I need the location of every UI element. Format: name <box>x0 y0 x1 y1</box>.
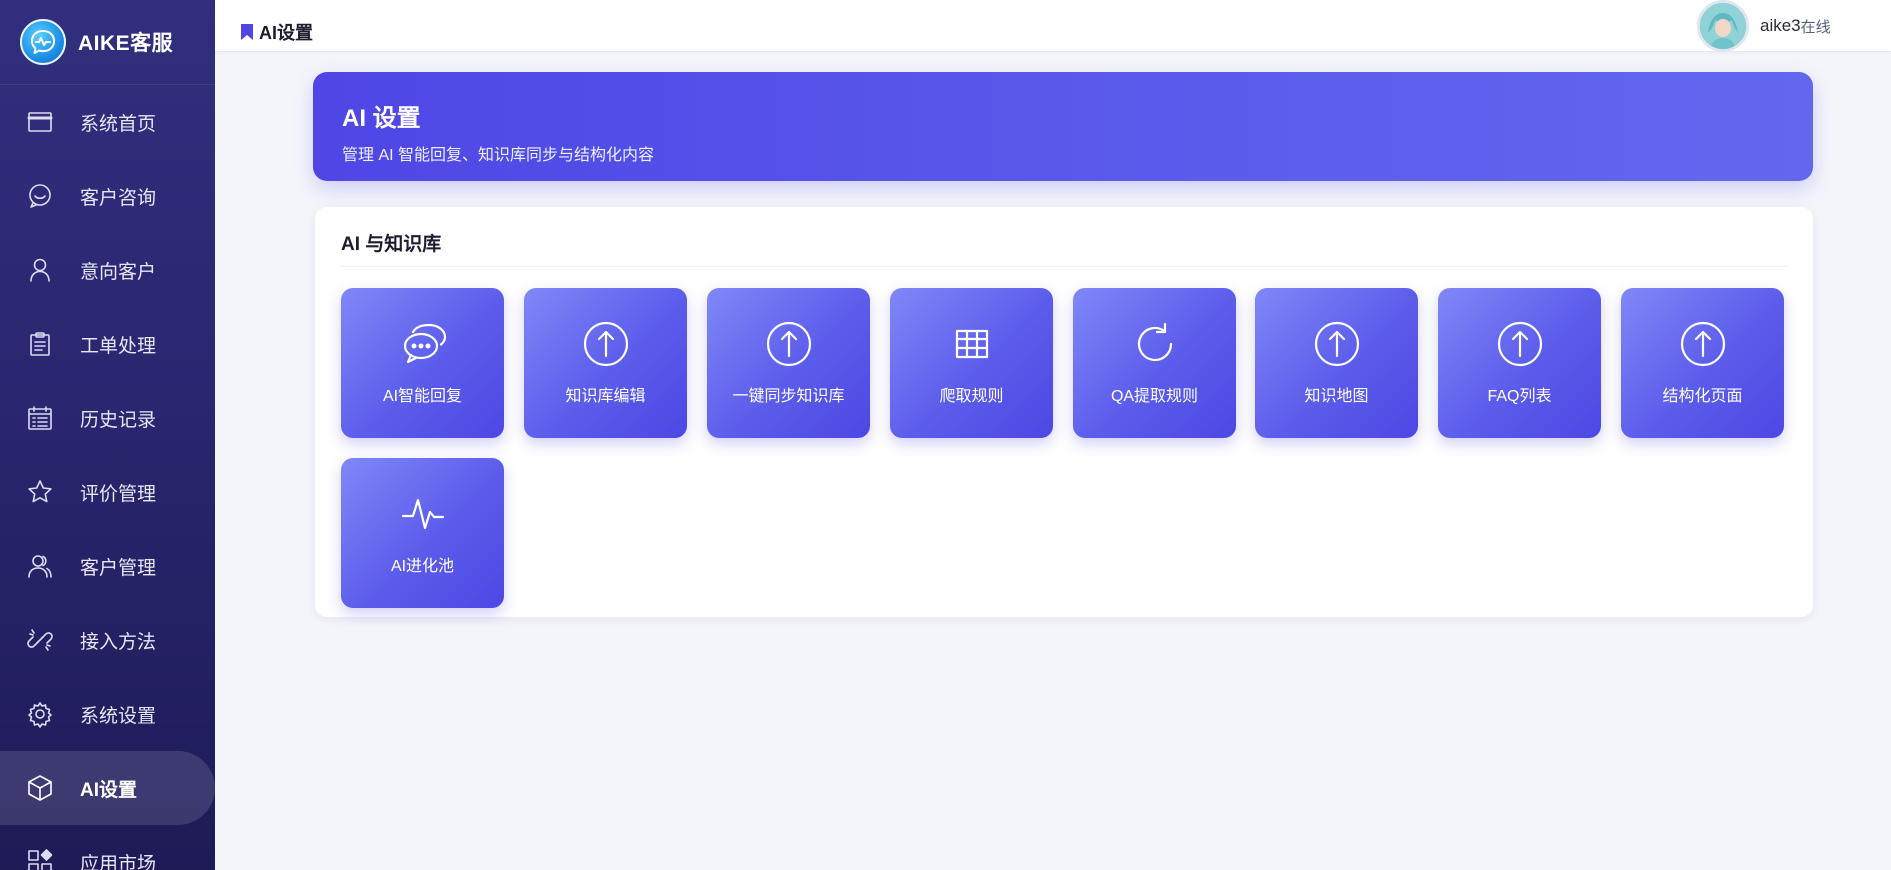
tile-faq-list[interactable]: FAQ列表 <box>1438 288 1601 438</box>
sidebar-item-settings[interactable]: 系统设置 <box>0 677 215 751</box>
sidebar-item-leads[interactable]: 意向客户 <box>0 233 215 307</box>
sidebar-nav: 系统首页 客户咨询 意向客户 工单处理 历史记录 评价管理 客户管理 接入方法 … <box>0 85 215 870</box>
sidebar: AIKE客服 系统首页 客户咨询 意向客户 工单处理 历史记录 评价管理 客户管… <box>0 0 215 870</box>
chat-bubbles-icon <box>399 320 447 368</box>
apps-grid-icon <box>26 848 54 870</box>
tile-label: AI进化池 <box>390 558 455 575</box>
tile-label: 爬取规则 <box>939 388 1004 405</box>
chat-smile-icon <box>26 182 54 210</box>
sidebar-item-label: 应用市场 <box>80 853 157 870</box>
tile-ai-smart-reply[interactable]: AI智能回复 <box>341 288 504 438</box>
home-window-icon <box>26 108 54 136</box>
tile-label: AI智能回复 <box>382 388 463 405</box>
sidebar-item-app-market[interactable]: 应用市场 <box>0 825 215 870</box>
tile-qa-extract-rules[interactable]: QA提取规则 <box>1073 288 1236 438</box>
users-icon <box>26 552 54 580</box>
sidebar-item-consult[interactable]: 客户咨询 <box>0 159 215 233</box>
pulse-icon <box>399 490 447 538</box>
user-status: 在线 <box>1800 18 1831 36</box>
refresh-icon <box>1131 320 1179 368</box>
brand-name: AIKE客服 <box>78 32 174 55</box>
sidebar-item-label: 意向客户 <box>80 261 157 283</box>
top-header: AI设置 aike3 在线 <box>215 0 1891 52</box>
tile-label: FAQ列表 <box>1487 388 1552 405</box>
brand[interactable]: AIKE客服 <box>0 0 215 85</box>
breadcrumb: AI设置 <box>241 19 313 45</box>
sidebar-item-history[interactable]: 历史记录 <box>0 381 215 455</box>
card-title: AI 与知识库 <box>341 234 442 255</box>
table-grid-icon <box>948 320 996 368</box>
tile-structured-page[interactable]: 结构化页面 <box>1621 288 1784 438</box>
sidebar-item-label: 系统首页 <box>80 113 157 135</box>
gear-icon <box>26 700 54 728</box>
upload-circle-icon <box>1313 320 1361 368</box>
sidebar-item-customers[interactable]: 客户管理 <box>0 529 215 603</box>
sidebar-item-label: 系统设置 <box>80 705 157 727</box>
sidebar-item-tickets[interactable]: 工单处理 <box>0 307 215 381</box>
ai-knowledge-card: AI 与知识库 AI智能回复 知识库编辑 一键同步知识库 爬取规则 QA提取规则 <box>315 207 1813 617</box>
user-menu[interactable]: aike3 在线 <box>1697 0 1831 52</box>
avatar[interactable] <box>1697 0 1749 52</box>
upload-circle-icon <box>582 320 630 368</box>
star-icon <box>26 478 54 506</box>
user-icon <box>26 256 54 284</box>
brand-logo-icon <box>20 19 66 65</box>
calendar-list-icon <box>26 404 54 432</box>
bookmark-icon <box>241 24 253 40</box>
sidebar-item-label: 客户咨询 <box>80 187 157 209</box>
sidebar-item-label: AI设置 <box>80 779 138 801</box>
tile-label: 知识地图 <box>1304 388 1369 405</box>
upload-circle-icon <box>1679 320 1727 368</box>
clipboard-icon <box>26 330 54 358</box>
sidebar-item-home[interactable]: 系统首页 <box>0 85 215 159</box>
tile-sync-knowledge[interactable]: 一键同步知识库 <box>707 288 870 438</box>
tile-knowledge-map[interactable]: 知识地图 <box>1255 288 1418 438</box>
page-banner: AI 设置 管理 AI 智能回复、知识库同步与结构化内容 <box>313 72 1813 181</box>
tile-crawl-rules[interactable]: 爬取规则 <box>890 288 1053 438</box>
user-name: aike3 <box>1760 16 1801 35</box>
breadcrumb-current: AI设置 <box>259 23 313 43</box>
tile-label: QA提取规则 <box>1110 388 1199 405</box>
tile-knowledge-edit[interactable]: 知识库编辑 <box>524 288 687 438</box>
cube-icon <box>26 774 54 802</box>
tile-label: 知识库编辑 <box>565 388 646 405</box>
sidebar-item-label: 工单处理 <box>80 335 157 357</box>
sidebar-item-integration[interactable]: 接入方法 <box>0 603 215 677</box>
page-title: AI 设置 <box>342 105 421 132</box>
sidebar-item-reviews[interactable]: 评价管理 <box>0 455 215 529</box>
upload-circle-icon <box>1496 320 1544 368</box>
sidebar-item-label: 历史记录 <box>80 409 157 431</box>
page-subtitle: 管理 AI 智能回复、知识库同步与结构化内容 <box>342 147 655 164</box>
sidebar-item-label: 接入方法 <box>80 631 157 653</box>
divider <box>341 266 1787 267</box>
sidebar-item-ai-settings[interactable]: AI设置 <box>0 751 215 825</box>
link-icon <box>26 626 54 654</box>
tile-label: 一键同步知识库 <box>732 388 845 405</box>
tile-ai-evolution-pool[interactable]: AI进化池 <box>341 458 504 608</box>
upload-circle-icon <box>765 320 813 368</box>
sidebar-item-label: 客户管理 <box>80 557 157 579</box>
tile-label: 结构化页面 <box>1662 388 1743 405</box>
sidebar-item-label: 评价管理 <box>80 483 157 505</box>
